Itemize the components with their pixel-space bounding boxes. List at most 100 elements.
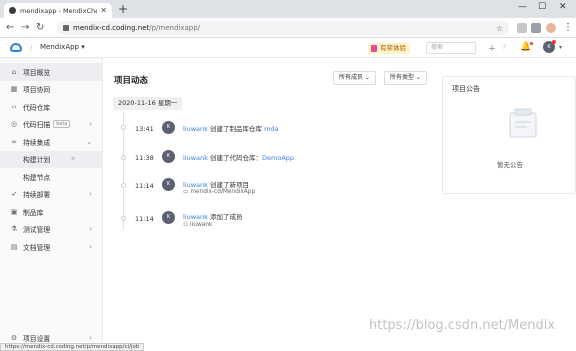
browser-tabstrip: mendixapp - MendixChengdu ✕ + — ☐ ✕: [0, 0, 576, 18]
avatar[interactable]: K: [162, 178, 175, 191]
maximize-button[interactable]: ☐: [538, 2, 546, 12]
sidebar-item-repo[interactable]: ‹› 代码仓库: [0, 98, 102, 116]
sidebar-item-label: 代码扫描: [23, 121, 51, 130]
scan-icon: ◎: [10, 120, 18, 129]
sidebar-item-label: 代码仓库: [23, 103, 51, 112]
profile-icon[interactable]: [546, 23, 556, 33]
empty-state-icon: [509, 108, 537, 138]
chevron-right-icon: ›: [89, 120, 92, 129]
rocket-icon: ➶: [11, 190, 17, 199]
timeline-dot: [121, 183, 126, 188]
sidebar-item-docs[interactable]: ▤ 文档管理 ›: [0, 238, 102, 256]
browser-menu-icon[interactable]: ⋮: [563, 22, 573, 33]
sidebar-item-build-plan[interactable]: 构建计划 ✧: [0, 150, 102, 168]
sidebar-item-overview[interactable]: ⌂ 项目概览: [0, 63, 102, 81]
infinity-icon: ∞: [11, 137, 17, 146]
event-detail[interactable]: ▭ mendix-cd/MendixApp: [183, 189, 255, 195]
avatar-dot: [552, 40, 556, 44]
event-detail-text: mendix-cd/MendixApp: [190, 189, 256, 195]
member-filter-select[interactable]: 所有成员 ⌄: [333, 71, 376, 85]
event-time: 11:38: [135, 154, 154, 162]
chevron-down-icon: ⌄: [86, 137, 92, 146]
header-separator: /: [30, 44, 33, 52]
forward-icon[interactable]: →: [21, 22, 29, 33]
user-link[interactable]: liuwank: [183, 154, 208, 162]
url-path: /p/mendixapp/: [149, 24, 201, 32]
doc-icon: ▤: [10, 242, 18, 251]
app-favicon-icon: [9, 7, 16, 14]
user-link[interactable]: liuwank: [183, 181, 208, 189]
user-menu-chevron-icon[interactable]: ▾: [559, 44, 562, 51]
plus-icon[interactable]: ＋: [488, 43, 496, 54]
avatar[interactable]: K: [162, 150, 175, 163]
new-tab-button[interactable]: +: [118, 2, 128, 16]
sidebar-item-collab[interactable]: ▦ 项目协同: [0, 81, 102, 99]
event-text: liuwank 添加了成员: [183, 211, 243, 221]
target-link[interactable]: mda: [264, 125, 278, 133]
code-icon: ‹›: [11, 102, 17, 111]
chevron-right-icon: ›: [89, 242, 92, 251]
user-avatar[interactable]: K: [543, 40, 556, 53]
sidebar-item-label: 构建计划: [23, 156, 51, 165]
event-text: liuwank 创建了新项目: [183, 179, 249, 189]
help-icon[interactable]: ?: [502, 43, 506, 52]
sidebar-item-scan[interactable]: ◎ 代码扫描 beta ›: [0, 116, 102, 134]
event-text: liuwank 创建了制品库仓库 mda: [183, 123, 279, 133]
gear-icon: ⚙: [10, 333, 18, 342]
lock-icon: [63, 25, 69, 31]
window-close-button[interactable]: ✕: [559, 2, 567, 12]
extension-icon[interactable]: [517, 23, 527, 33]
chevron-right-icon: ›: [89, 225, 92, 234]
user-link[interactable]: liuwank: [183, 213, 208, 221]
tab-title: mendixapp - MendixChengdu: [20, 6, 98, 15]
sidebar-item-settings[interactable]: ⚙ 项目设置 ›: [0, 332, 102, 343]
sidebar-item-label: 项目概览: [23, 68, 51, 77]
sidebar-item-testing[interactable]: ⚗ 测试管理 ›: [0, 221, 102, 239]
project-name: MendixApp: [40, 43, 79, 51]
target-link[interactable]: DemoApp: [262, 154, 294, 162]
sidebar-item-cd[interactable]: ➶ 持续部署 ›: [0, 186, 102, 204]
browser-tab[interactable]: mendixapp - MendixChengdu ✕: [4, 3, 112, 18]
minimize-button[interactable]: —: [518, 2, 527, 12]
sidebar-item-ci[interactable]: ∞ 持续集成 ⌄: [0, 133, 102, 151]
chevron-right-icon: ›: [89, 333, 92, 342]
address-bar[interactable]: mendix-cd.coding.net /p/mendixapp/ ☆: [57, 21, 509, 35]
sidebar-item-label: 文档管理: [23, 243, 51, 252]
empty-state-text: 暂无公告: [497, 161, 523, 169]
repo-icon: ▭: [183, 189, 189, 195]
sidebar-item-label: 测试管理: [23, 226, 51, 235]
event-action: 创建了代码仓库：: [210, 154, 262, 162]
reload-icon[interactable]: ↻: [36, 22, 44, 33]
event-time: 11:14: [135, 215, 154, 223]
type-filter-select[interactable]: 所有类型 ⌄: [384, 71, 427, 85]
chevron-right-icon: ›: [89, 190, 92, 199]
timeline-dot: [121, 155, 126, 160]
bookmark-star-icon[interactable]: ☆: [496, 24, 503, 33]
event-action: 创建了新项目: [210, 181, 249, 189]
notice-title: 项目公告: [452, 85, 480, 93]
back-icon[interactable]: ←: [6, 22, 14, 33]
member-filter-label: 所有成员: [339, 74, 364, 81]
pin-icon[interactable]: ✧: [70, 155, 76, 163]
avatar[interactable]: K: [162, 121, 175, 134]
sidebar-item-label: 项目设置: [23, 334, 51, 343]
sidebar-item-build-node[interactable]: 构建节点: [0, 168, 102, 186]
coding-logo-icon[interactable]: [10, 43, 22, 52]
event-time: 11:14: [135, 182, 154, 190]
avatar[interactable]: K: [162, 211, 175, 224]
tab-close-icon[interactable]: ✕: [100, 6, 107, 15]
notification-bell-icon[interactable]: 🔔: [520, 42, 534, 52]
date-chip: 2020-11-16 星期一: [113, 97, 183, 110]
search-input[interactable]: 搜索: [426, 42, 476, 54]
event-action: 添加了成员: [210, 213, 243, 221]
project-switcher[interactable]: MendixApp ▾: [40, 43, 85, 51]
user-link[interactable]: liuwank: [183, 125, 208, 133]
watermark: https://blog.csdn.net/Mendix: [369, 318, 556, 333]
url-host: mendix-cd.coding.net: [73, 24, 150, 32]
sidebar-item-artifacts[interactable]: ▣ 制品库: [0, 203, 102, 221]
browser-status-url: https://mendix-cd.coding.net/p/mendixapp…: [0, 343, 145, 351]
puzzle-icon[interactable]: [531, 23, 541, 33]
calendar-icon: ▦: [10, 85, 18, 94]
home-icon: ⌂: [11, 67, 17, 76]
promo-button[interactable]: 有奖体验: [368, 43, 410, 54]
